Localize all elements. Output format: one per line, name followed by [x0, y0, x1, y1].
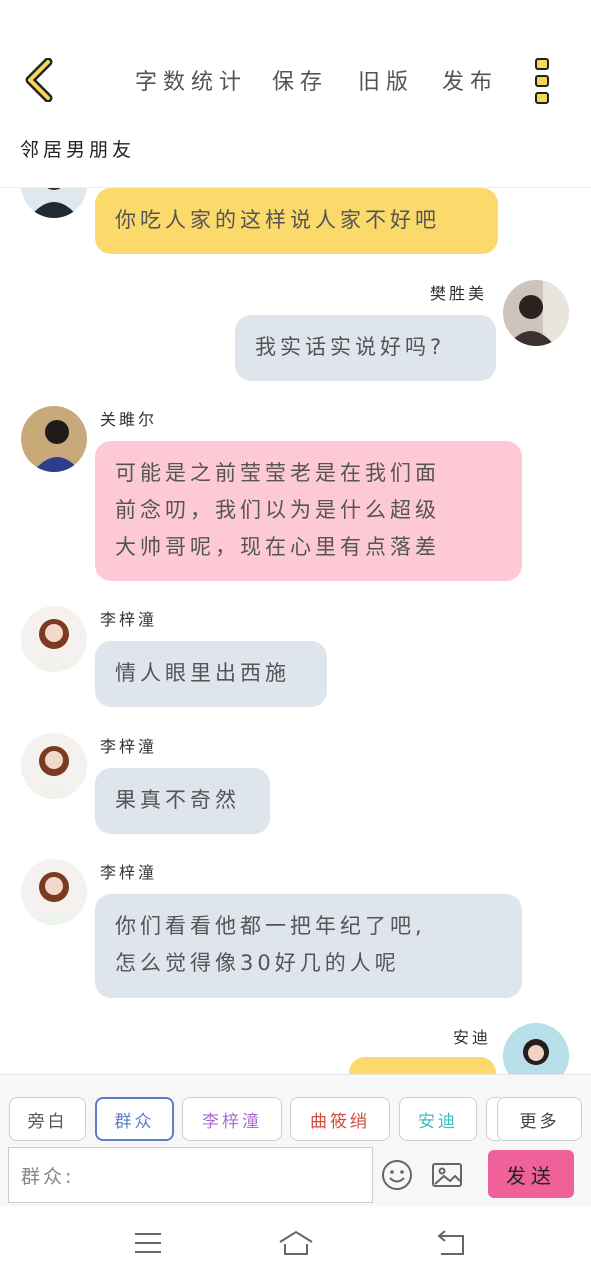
word-count-button[interactable]: 字数统计: [135, 64, 247, 96]
message-text: 可能是之前莹莹老是在我们面: [115, 461, 440, 485]
message-bubble: [349, 1057, 496, 1074]
message-bubble: 情人眼里出西施: [95, 641, 327, 707]
avatar[interactable]: [21, 188, 87, 218]
speaker-name: 樊胜美: [430, 284, 488, 303]
speaker-name: 关雎尔: [100, 410, 158, 429]
avatar[interactable]: [21, 406, 87, 472]
chat-area[interactable]: 你吃人家的这样说人家不好吧 樊胜美 我实话实说好吗? 关雎尔 可能是之前莹莹老是…: [0, 188, 591, 1074]
message-text: 你们看看他都一把年纪了吧,: [115, 914, 426, 938]
message-text: 大帅哥呢，现在心里有点落差: [115, 535, 440, 559]
message-text: 果真不奇然: [115, 788, 240, 812]
avatar[interactable]: [21, 859, 87, 925]
speaker-name: 李梓潼: [100, 737, 158, 756]
page-title: 邻居男朋友: [20, 139, 136, 161]
message-text: 前念叨，我们以为是什么超级: [115, 498, 440, 522]
more-vertical-icon[interactable]: [535, 58, 553, 104]
speaker-name: 安迪: [453, 1028, 492, 1047]
message-input[interactable]: 群众:: [8, 1147, 373, 1203]
avatar[interactable]: [503, 280, 569, 346]
back-icon[interactable]: [433, 1228, 467, 1258]
publish-button[interactable]: 发布: [442, 64, 498, 96]
role-chip-andi[interactable]: 安迪: [399, 1097, 477, 1141]
system-navbar: [0, 1206, 591, 1280]
message-bubble: 果真不奇然: [95, 768, 270, 834]
old-version-button[interactable]: 旧版: [358, 64, 414, 96]
save-button[interactable]: 保存: [272, 64, 328, 96]
message-text: 我实话实说好吗?: [255, 335, 446, 359]
role-chip-qu-xiaoxiao[interactable]: 曲筱绡: [290, 1097, 390, 1141]
compose-panel: 旁白 群众 李梓潼 曲筱绡 安迪 更多 群众: 发送: [0, 1074, 591, 1206]
role-chip-li-zitong[interactable]: 李梓潼: [182, 1097, 282, 1141]
chevron-left-icon[interactable]: [22, 58, 56, 102]
app-header: 字数统计 保存 旧版 发布 邻居男朋友: [0, 0, 591, 188]
speaker-name: 李梓潼: [100, 610, 158, 629]
speaker-name: 李梓潼: [100, 863, 158, 882]
emoji-icon[interactable]: [381, 1159, 413, 1191]
role-chip-narration[interactable]: 旁白: [9, 1097, 86, 1141]
message-text: 怎么觉得像30好几的人呢: [115, 951, 400, 975]
home-icon[interactable]: [277, 1228, 315, 1258]
avatar[interactable]: [21, 733, 87, 799]
message-bubble: 我实话实说好吗?: [235, 315, 496, 381]
image-icon[interactable]: [431, 1159, 463, 1191]
message-bubble: 你吃人家的这样说人家不好吧: [95, 188, 498, 254]
avatar[interactable]: [503, 1023, 569, 1074]
send-button[interactable]: 发送: [488, 1150, 574, 1198]
avatar[interactable]: [21, 606, 87, 672]
menu-icon[interactable]: [131, 1228, 165, 1258]
message-bubble: 你们看看他都一把年纪了吧, 怎么觉得像30好几的人呢: [95, 894, 522, 998]
role-chip-crowd[interactable]: 群众: [95, 1097, 174, 1141]
message-text: 情人眼里出西施: [115, 661, 290, 685]
message-text: 你吃人家的这样说人家不好吧: [115, 208, 440, 232]
message-bubble: 可能是之前莹莹老是在我们面 前念叨，我们以为是什么超级 大帅哥呢，现在心里有点落…: [95, 441, 522, 581]
more-roles-button[interactable]: 更多: [497, 1097, 582, 1141]
